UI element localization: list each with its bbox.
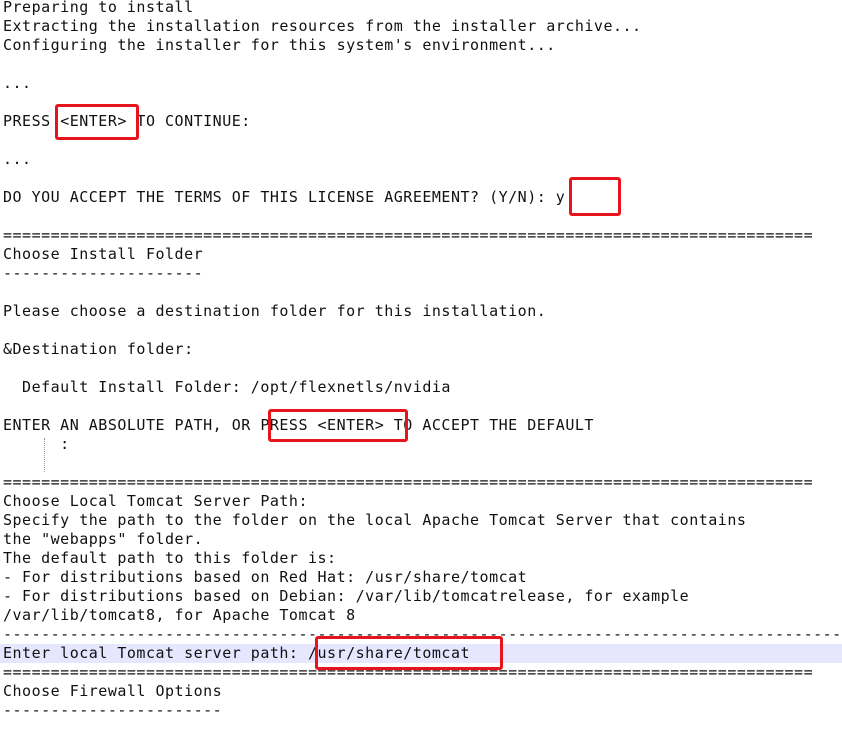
- section-underline-firewall: -----------------------: [3, 701, 223, 719]
- press-label: PRESS: [3, 112, 61, 130]
- highlight-box-enter: [55, 104, 139, 140]
- separator-4: ========================================…: [3, 663, 814, 681]
- section-title-firewall: Choose Firewall Options: [3, 682, 223, 700]
- terminal-output: Preparing to install Extracting the inst…: [0, 0, 842, 740]
- line-tomcat-specify: Specify the path to the folder on the lo…: [3, 511, 747, 529]
- enter-path-label: ENTER AN ABSOLUTE PATH, OR: [3, 416, 261, 434]
- line-preparing: Preparing to install: [3, 0, 194, 16]
- line-tomcat-example: /var/lib/tomcat8, for Apache Tomcat 8: [3, 606, 356, 624]
- line-tomcat-default: The default path to this folder is:: [3, 549, 337, 567]
- line-tomcat-debian: - For distributions based on Debian: /va…: [3, 587, 690, 605]
- line-tomcat-webapps: the "webapps" folder.: [3, 530, 204, 548]
- line-default-folder: Default Install Folder: /opt/flexnetls/n…: [3, 378, 451, 396]
- line-choose-destination: Please choose a destination folder for t…: [3, 302, 547, 320]
- separator-2: ========================================…: [3, 473, 814, 491]
- accept-default-label: TO ACCEPT THE DEFAULT: [384, 416, 594, 434]
- line-path-input-prompt[interactable]: :: [3, 435, 70, 454]
- indent-guide: [44, 438, 45, 472]
- continue-label: TO CONTINUE:: [126, 112, 251, 130]
- separator-1: ========================================…: [3, 226, 814, 244]
- line-configuring: Configuring the installer for this syste…: [3, 36, 556, 54]
- highlight-box-answer: [569, 177, 621, 216]
- line-ellipsis-2: ...: [3, 150, 32, 168]
- line-tomcat-redhat: - For distributions based on Red Hat: /u…: [3, 568, 528, 586]
- line-destination-folder: &Destination folder:: [3, 340, 194, 358]
- license-question: DO YOU ACCEPT THE TERMS OF THIS LICENSE …: [3, 188, 556, 206]
- line-ellipsis-1: ...: [3, 74, 32, 92]
- section-underline-install-folder: ---------------------: [3, 264, 204, 282]
- license-answer[interactable]: y: [556, 188, 566, 206]
- section-title-install-folder: Choose Install Folder: [3, 245, 204, 263]
- line-extracting: Extracting the installation resources fr…: [3, 17, 642, 35]
- tomcat-input-label: Enter local Tomcat server path:: [3, 644, 308, 662]
- section-title-tomcat-path: Choose Local Tomcat Server Path:: [3, 492, 308, 510]
- line-license-prompt: DO YOU ACCEPT THE TERMS OF THIS LICENSE …: [3, 188, 565, 207]
- highlight-box-press-enter: [268, 409, 408, 442]
